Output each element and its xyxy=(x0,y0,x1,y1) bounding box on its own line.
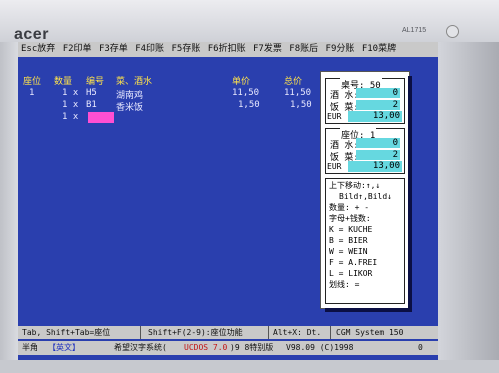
ime-edition: )9 8特别版 xyxy=(230,343,274,352)
row-total-price: 11,50 xyxy=(284,88,312,98)
help-line: Bild↑,Bild↓ xyxy=(339,192,392,201)
drinks-count: 0 xyxy=(356,138,400,148)
currency-label: EUR xyxy=(326,111,343,122)
table-total-value: 13,00 xyxy=(348,111,402,122)
ucdos-version: UCDOS 7.0 xyxy=(184,343,228,352)
row-dish: 香米饭 xyxy=(116,103,144,113)
code-entry-field[interactable] xyxy=(88,112,114,123)
system-label: CGM System 150 xyxy=(336,328,404,337)
menu-f10-menu-card[interactable]: F10菜牌 xyxy=(362,44,396,54)
ime-number: 0 xyxy=(418,343,423,352)
seat-total: EUR 13,00 xyxy=(326,161,404,172)
summary-panel: 桌号: 50 酒 水: 0 饭 菜: 2 EUR 13,00 座位: 1 酒 水… xyxy=(320,71,410,309)
menu-f7-invoice[interactable]: F7发票 xyxy=(253,44,282,54)
seat-number: 1 xyxy=(29,88,35,98)
status-bar: Tab, Shift+Tab=座位 Shift+F(2-9):座位功能 Alt+… xyxy=(18,326,438,339)
row-unit-price: 1,50 xyxy=(238,100,260,110)
drinks-count: 0 xyxy=(356,88,400,98)
help-line: W = WEIN xyxy=(329,247,368,256)
help-line: L = LIKOR xyxy=(329,269,373,278)
tab-hint: Tab, Shift+Tab=座位 xyxy=(22,328,111,337)
function-key-menu: Esc放弃 F2印单 F3存单 F4印账 F5存账 F6折扣账 F7发票 F8账… xyxy=(18,42,438,57)
menu-f6-discount-bill[interactable]: F6折扣账 xyxy=(208,44,246,54)
status-divider xyxy=(268,326,269,339)
table-total: EUR 13,00 xyxy=(326,111,404,122)
row-qty: 1 x xyxy=(62,88,79,98)
panel-shadow xyxy=(325,308,412,312)
help-line: 字母+钱数: xyxy=(329,214,371,223)
header-dish: 菜、酒水 xyxy=(116,77,153,87)
panel-shadow xyxy=(408,76,412,312)
help-line: 上下移动:↑,↓ xyxy=(329,181,381,190)
seat-summary-box: 座位: 1 酒 水: 0 饭 菜: 2 EUR 13,00 xyxy=(325,128,405,174)
menu-f9-split-bill[interactable]: F9分账 xyxy=(326,44,355,54)
table-summary-box: 桌号: 50 酒 水: 0 饭 菜: 2 EUR 13,00 xyxy=(325,78,405,124)
ime-system-name: 希望汉字系统( xyxy=(114,343,167,352)
menu-esc-cancel[interactable]: Esc放弃 xyxy=(21,44,55,54)
ime-copyright: V98.09 (C)1998 xyxy=(286,343,354,352)
ime-width-mode[interactable]: 半角 xyxy=(22,341,38,355)
menu-f8-after-bill[interactable]: F8账后 xyxy=(289,44,318,54)
menu-f3-save-order[interactable]: F3存单 xyxy=(99,44,128,54)
power-led-icon xyxy=(446,25,459,38)
monitor-bezel-top xyxy=(0,0,499,42)
status-divider xyxy=(330,326,331,339)
header-seat: 座位 xyxy=(23,77,42,87)
currency-label: EUR xyxy=(326,161,343,172)
help-line: B = BIER xyxy=(329,236,368,245)
help-line: 划线: = xyxy=(329,280,360,289)
header-unit-price: 单价 xyxy=(232,77,251,87)
food-count: 2 xyxy=(356,150,400,160)
row-total-price: 1,50 xyxy=(290,100,312,110)
help-line: 数量: + - xyxy=(329,203,370,212)
monitor-bezel-bottom xyxy=(0,360,499,373)
row-qty: 1 x xyxy=(62,112,79,122)
status-divider xyxy=(140,326,141,339)
row-unit-price: 11,50 xyxy=(232,88,260,98)
dos-screen: Esc放弃 F2印单 F3存单 F4印账 F5存账 F6折扣账 F7发票 F8账… xyxy=(18,42,438,360)
row-code: B1 xyxy=(86,100,97,110)
row-code: H5 xyxy=(86,88,97,98)
menu-f2-print-order[interactable]: F2印单 xyxy=(63,44,92,54)
monitor-bezel-right xyxy=(438,42,499,373)
alt-hint: Alt+X: Dt. xyxy=(273,328,322,337)
seat-total-value: 13,00 xyxy=(348,161,402,172)
menu-f4-print-bill[interactable]: F4印账 xyxy=(135,44,164,54)
shift-hint: Shift+F(2-9):座位功能 xyxy=(148,328,243,337)
help-line: K = KUCHE xyxy=(329,225,373,234)
menu-f5-save-bill[interactable]: F5存账 xyxy=(171,44,200,54)
header-qty: 数量 xyxy=(54,77,73,87)
header-total-price: 总价 xyxy=(284,77,303,87)
monitor-bezel-left xyxy=(0,42,18,373)
ime-language[interactable]: 【英文】 xyxy=(48,341,80,355)
model-label: AL1715 xyxy=(402,27,427,34)
row-qty: 1 x xyxy=(62,100,79,110)
help-line: F = A.FREI xyxy=(329,258,378,267)
keyboard-help: 上下移动:↑,↓ Bild↑,Bild↓ 数量: + - 字母+钱数: K = … xyxy=(329,180,409,290)
ime-status-bar: 半角 【英文】 希望汉字系统( UCDOS 7.0 )9 8特别版 V98.09… xyxy=(18,341,438,355)
food-count: 2 xyxy=(356,100,400,110)
header-code: 编号 xyxy=(86,77,105,87)
